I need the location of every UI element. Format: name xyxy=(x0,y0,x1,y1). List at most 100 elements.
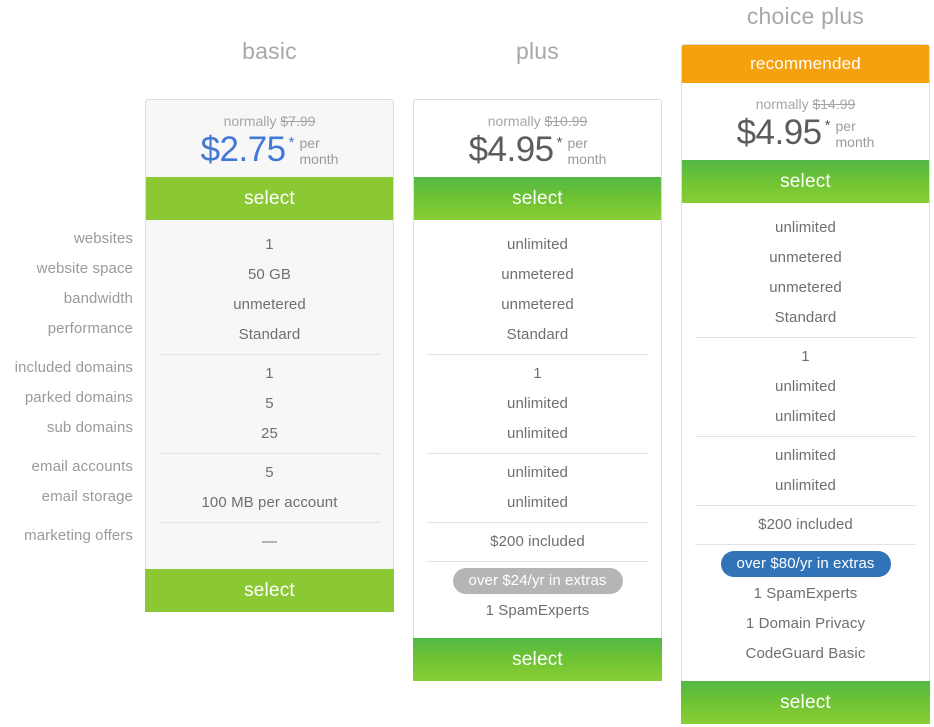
features-plus: unlimited unmetered unmetered Standard 1… xyxy=(414,220,661,638)
old-price: $10.99 xyxy=(544,113,588,129)
feature-label-bandwidth: bandwidth xyxy=(63,290,133,307)
extras-badge-wrap-choice-plus: over $80/yr in extras xyxy=(695,549,916,579)
feature-value-websites: 1 xyxy=(265,236,274,253)
normally-prefix: normally xyxy=(487,113,541,129)
normally-price-basic: normally $7.99 xyxy=(146,112,393,130)
bottom-select-wrap-basic: select xyxy=(145,569,394,612)
feature-group-extras: over $24/yr in extras 1 SpamExperts xyxy=(427,562,648,630)
feature-label-websites: websites xyxy=(73,230,133,247)
normally-prefix: normally xyxy=(755,96,809,112)
feature-value-parked-domains: unlimited xyxy=(507,395,568,412)
pricing-table: websites website space bandwidth perform… xyxy=(0,0,934,727)
feature-value-performance: Standard xyxy=(774,309,837,326)
feature-value-email-accounts: unlimited xyxy=(507,464,568,481)
extras-badge-choice-plus: over $80/yr in extras xyxy=(720,551,891,577)
per-month-label: per month xyxy=(567,135,607,167)
feature-value-included-domains: 1 xyxy=(801,348,810,365)
price-row-choice-plus: $4.95 * per month xyxy=(682,114,929,152)
recommended-banner: recommended xyxy=(682,45,929,83)
feature-value-included-domains: 1 xyxy=(533,365,542,382)
per-month-label: per month xyxy=(299,135,339,167)
normally-price-plus: normally $10.99 xyxy=(414,112,661,130)
normally-price-choice-plus: normally $14.99 xyxy=(682,95,929,113)
current-price-plus: $4.95 xyxy=(468,130,555,169)
feature-group: 1 50 GB unmetered Standard xyxy=(159,226,380,355)
feature-label-email-accounts: email accounts xyxy=(31,458,133,475)
feature-value-sub-domains: unlimited xyxy=(507,425,568,442)
feature-value-marketing-offers: — xyxy=(261,533,278,550)
bottom-select-wrap-choice-plus: select xyxy=(681,681,930,724)
feature-value-email-accounts: 5 xyxy=(265,464,274,481)
plan-title-plus: plus xyxy=(516,38,559,64)
feature-group: unlimited unlimited xyxy=(695,437,916,506)
plan-column-basic: basic normally $7.99 $2.75 * per month s… xyxy=(145,40,394,612)
old-price: $7.99 xyxy=(280,113,316,129)
extra-item: 1 Domain Privacy xyxy=(745,615,866,632)
select-button-plus-top[interactable]: select xyxy=(414,177,661,220)
feature-group: — xyxy=(159,523,380,561)
price-block-basic: normally $7.99 $2.75 * per month xyxy=(146,100,393,177)
select-button-basic-top[interactable]: select xyxy=(146,177,393,220)
normally-prefix: normally xyxy=(223,113,277,129)
feature-value-bandwidth: unmetered xyxy=(501,296,574,313)
feature-value-email-storage: 100 MB per account xyxy=(201,494,338,511)
select-button-basic-bottom[interactable]: select xyxy=(145,569,394,612)
feature-group: 1 unlimited unlimited xyxy=(427,355,648,454)
feature-group: unlimited unlimited xyxy=(427,454,648,523)
extras-badge-plus: over $24/yr in extras xyxy=(452,568,623,594)
feature-value-parked-domains: unlimited xyxy=(775,378,836,395)
feature-label-email-storage: email storage xyxy=(41,488,133,505)
feature-value-website-space: unmetered xyxy=(769,249,842,266)
feature-value-bandwidth: unmetered xyxy=(233,296,306,313)
feature-value-website-space: unmetered xyxy=(501,266,574,283)
per-month-label: per month xyxy=(835,118,875,150)
price-asterisk: * xyxy=(824,117,831,134)
old-price: $14.99 xyxy=(812,96,856,112)
feature-group: $200 included xyxy=(427,523,648,562)
feature-label-sub-domains: sub domains xyxy=(46,419,133,436)
bottom-select-wrap-plus: select xyxy=(413,638,662,681)
feature-value-sub-domains: 25 xyxy=(261,425,278,442)
current-price-choice-plus: $4.95 xyxy=(736,113,823,152)
feature-value-websites: unlimited xyxy=(775,219,836,236)
plan-column-choice-plus: choice plus recommended normally $14.99 … xyxy=(681,5,930,724)
select-button-choice-plus-top[interactable]: select xyxy=(682,160,929,203)
feature-label-marketing-offers: marketing offers xyxy=(24,527,133,544)
feature-value-included-domains: 1 xyxy=(265,365,274,382)
feature-group-extras: over $80/yr in extras 1 SpamExperts 1 Do… xyxy=(695,545,916,673)
select-button-plus-bottom[interactable]: select xyxy=(413,638,662,681)
price-asterisk: * xyxy=(556,134,563,151)
feature-label-website-space: website space xyxy=(36,260,133,277)
feature-value-email-accounts: unlimited xyxy=(775,447,836,464)
feature-label-performance: performance xyxy=(47,320,133,337)
price-asterisk: * xyxy=(288,134,295,151)
feature-group: unlimited unmetered unmetered Standard xyxy=(695,209,916,338)
feature-value-sub-domains: unlimited xyxy=(775,408,836,425)
feature-value-performance: Standard xyxy=(238,326,301,343)
plan-title-basic: basic xyxy=(242,38,297,64)
feature-value-websites: unlimited xyxy=(507,236,568,253)
feature-label-included-domains: included domains xyxy=(14,359,133,376)
features-basic: 1 50 GB unmetered Standard 1 5 25 5 100 … xyxy=(146,220,393,569)
feature-group: 1 5 25 xyxy=(159,355,380,454)
feature-group: $200 included xyxy=(695,506,916,545)
extra-item: 1 SpamExperts xyxy=(753,585,858,602)
feature-label-parked-domains: parked domains xyxy=(24,389,133,406)
extra-item: CodeGuard Basic xyxy=(745,645,866,662)
extra-item: 1 SpamExperts xyxy=(485,602,590,619)
plan-card-choice-plus: recommended normally $14.99 $4.95 * per … xyxy=(681,44,930,682)
feature-group: 5 100 MB per account xyxy=(159,454,380,523)
plan-title-choice-plus: choice plus xyxy=(746,3,865,29)
label-gap xyxy=(0,344,133,353)
feature-value-marketing-offers: $200 included xyxy=(490,533,585,550)
feature-value-performance: Standard xyxy=(506,326,569,343)
feature-value-bandwidth: unmetered xyxy=(769,279,842,296)
feature-value-email-storage: unlimited xyxy=(775,477,836,494)
feature-value-website-space: 50 GB xyxy=(247,266,292,283)
price-row-plus: $4.95 * per month xyxy=(414,131,661,169)
current-price-basic: $2.75 xyxy=(200,130,287,169)
price-block-plus: normally $10.99 $4.95 * per month xyxy=(414,100,661,177)
select-button-choice-plus-bottom[interactable]: select xyxy=(681,681,930,724)
feature-value-marketing-offers: $200 included xyxy=(758,516,853,533)
features-choice-plus: unlimited unmetered unmetered Standard 1… xyxy=(682,203,929,681)
